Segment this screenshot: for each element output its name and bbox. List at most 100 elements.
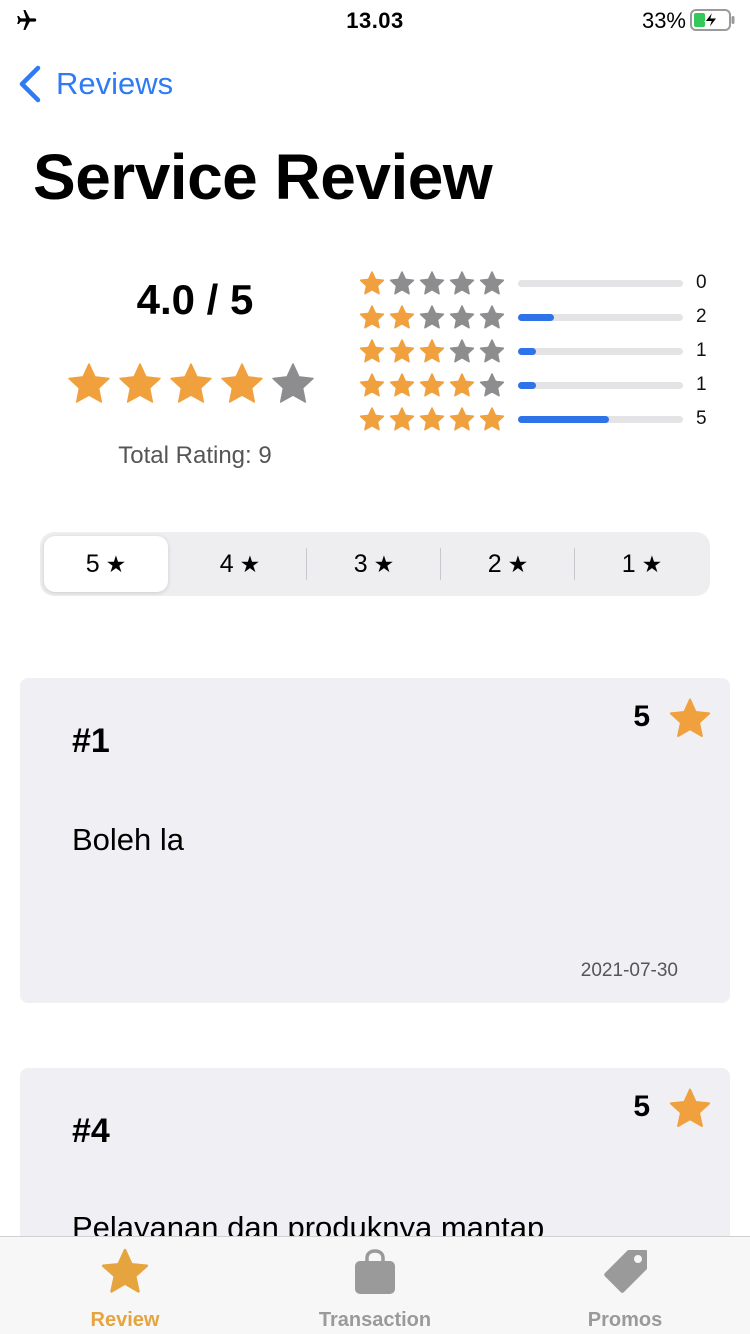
star-empty-icon [479, 271, 505, 295]
filter-2-stars[interactable]: 2 ★ [446, 536, 570, 592]
star-icon [101, 1248, 149, 1293]
distribution-count: 1 [696, 374, 707, 395]
page-title: Service Review [33, 141, 493, 213]
tab-review[interactable]: Review [0, 1237, 250, 1334]
distribution-bar-fill [518, 314, 555, 321]
star-empty-icon [449, 339, 475, 363]
star-icon: ★ [105, 550, 127, 577]
distribution-count: 1 [696, 340, 707, 361]
star-empty-icon [389, 271, 415, 295]
tab-label: Review [90, 1309, 160, 1331]
filter-label: 4 [219, 549, 234, 578]
star-filled-icon [389, 305, 415, 329]
filter-label: 5 [85, 549, 100, 578]
segment-divider [306, 548, 307, 580]
tab-promos[interactable]: Promos [500, 1237, 750, 1334]
filter-label: 3 [353, 549, 368, 578]
star-filled-icon [119, 363, 161, 403]
distribution-bar [518, 382, 683, 389]
star-filled-icon [389, 339, 415, 363]
status-bar: 13.03 33% [0, 0, 750, 42]
distribution-row-2-star: 2 [358, 304, 728, 332]
star-filled-icon [359, 373, 385, 397]
tag-icon [604, 1250, 647, 1293]
star-filled-icon [449, 373, 475, 397]
distribution-stars [359, 373, 505, 397]
average-stars [68, 363, 314, 403]
total-rating: Total Rating: 9 [118, 442, 272, 469]
star-filter-segmented-control: 5 ★ 4 ★ 3 ★ 2 ★ 1 ★ [40, 532, 710, 596]
star-empty-icon [419, 305, 445, 329]
filter-4-stars[interactable]: 4 ★ [178, 536, 302, 592]
filter-5-stars[interactable]: 5 ★ [44, 536, 168, 592]
battery-charging-icon [690, 9, 735, 31]
tab-transaction[interactable]: Transaction [250, 1237, 500, 1334]
distribution-stars [359, 339, 505, 363]
tab-label: Transaction [318, 1309, 432, 1331]
star-filled-icon [359, 339, 385, 363]
distribution-stars [359, 271, 505, 295]
star-filled-icon [449, 407, 475, 431]
segment-divider [440, 548, 441, 580]
review-text: Boleh la [72, 822, 185, 857]
chevron-left-icon [19, 65, 41, 103]
distribution-row-5-star: 5 [358, 406, 728, 434]
star-icon: ★ [373, 550, 395, 577]
distribution-row-4-star: 1 [358, 372, 728, 400]
distribution-row-1-star: 0 [358, 270, 728, 298]
tab-label: Promos [587, 1309, 663, 1331]
star-filled-icon [68, 363, 110, 403]
filter-label: 2 [487, 549, 502, 578]
star-empty-icon [449, 271, 475, 295]
bag-icon [355, 1249, 395, 1294]
battery-percentage: 33% [641, 8, 686, 33]
segment-divider [574, 548, 575, 580]
distribution-bar [518, 314, 683, 321]
distribution-row-3-star: 1 [358, 338, 728, 366]
review-id: #1 [72, 722, 110, 760]
star-filled-icon [389, 373, 415, 397]
distribution-bar [518, 416, 683, 423]
star-icon [669, 1088, 711, 1127]
star-filled-icon [419, 407, 445, 431]
review-date: 2021-07-30 [580, 960, 678, 981]
star-empty-icon [419, 271, 445, 295]
star-filled-icon [359, 407, 385, 431]
distribution-stars [359, 305, 505, 329]
review-card[interactable]: 5 #1 Boleh la 2021-07-30 [20, 678, 730, 1003]
star-icon: ★ [641, 550, 663, 577]
star-filled-icon [170, 363, 212, 403]
star-empty-icon [479, 305, 505, 329]
star-filled-icon [359, 305, 385, 329]
distribution-bar-fill [518, 348, 537, 355]
star-empty-icon [479, 339, 505, 363]
filter-1-star[interactable]: 1 ★ [580, 536, 704, 592]
distribution-bar [518, 348, 683, 355]
average-rating: 4.0 / 5 [136, 276, 254, 323]
star-empty-icon [449, 305, 475, 329]
star-filled-icon [359, 271, 385, 295]
review-rating: 5 [633, 1090, 650, 1123]
star-filled-icon [479, 407, 505, 431]
star-empty-icon [479, 373, 505, 397]
distribution-count: 2 [696, 306, 707, 327]
filter-label: 1 [621, 549, 636, 578]
star-filled-icon [221, 363, 263, 403]
distribution-count: 5 [696, 408, 707, 429]
star-filled-icon [419, 373, 445, 397]
distribution-bar-fill [518, 416, 609, 423]
distribution-count: 0 [696, 272, 707, 293]
status-time: 13.03 [346, 8, 404, 33]
distribution-bar-fill [518, 382, 537, 389]
distribution-stars [359, 407, 505, 431]
star-icon [669, 698, 711, 737]
star-filled-icon [419, 339, 445, 363]
star-icon: ★ [239, 550, 261, 577]
back-button-label: Reviews [56, 66, 174, 101]
back-button[interactable]: Reviews [16, 62, 173, 106]
review-rating: 5 [633, 700, 650, 733]
distribution-bar [518, 280, 683, 287]
star-icon: ★ [507, 550, 529, 577]
review-id: #4 [72, 1112, 110, 1150]
filter-3-stars[interactable]: 3 ★ [312, 536, 436, 592]
